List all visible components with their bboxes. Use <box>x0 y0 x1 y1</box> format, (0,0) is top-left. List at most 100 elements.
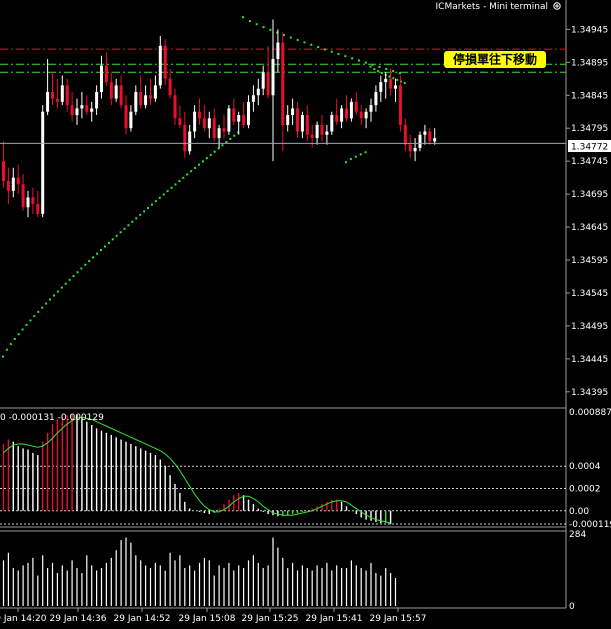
psar-dot <box>80 267 83 270</box>
psar-dot <box>37 310 40 313</box>
psar-dot <box>242 16 245 19</box>
candle-body <box>266 72 270 96</box>
candle-body <box>65 85 69 106</box>
psar-dot <box>398 72 401 75</box>
psar-dot <box>166 190 169 193</box>
psar-dot <box>190 170 193 173</box>
time-label: 29 Jan 15:25 <box>242 614 299 624</box>
psar-dot <box>317 46 320 49</box>
candle-body <box>261 72 265 89</box>
psar-dot <box>186 173 189 176</box>
candle-body <box>330 115 334 132</box>
psar-dot <box>225 141 228 144</box>
candle-body <box>242 115 246 125</box>
candle-body <box>124 105 128 129</box>
time-label: 29 Jan 14:36 <box>50 614 107 624</box>
candle-body <box>183 124 187 152</box>
psar-dot <box>25 323 28 326</box>
psar-dot <box>123 227 126 230</box>
candle-body <box>193 111 197 132</box>
psar-dot <box>344 55 347 58</box>
candle-body <box>227 108 231 132</box>
candle-body <box>198 111 201 119</box>
psar-dot <box>337 52 340 55</box>
candle-body <box>413 147 417 152</box>
candle-body <box>379 82 383 92</box>
psar-dot <box>310 43 313 46</box>
candle-body <box>364 111 368 119</box>
candle-body <box>100 65 103 92</box>
candle-body <box>104 65 108 83</box>
psar-dot <box>359 153 362 156</box>
psar-dot <box>107 241 110 244</box>
candle-body <box>149 95 152 99</box>
candle-body <box>281 42 285 125</box>
candle-body <box>178 118 182 125</box>
psar-dot <box>52 294 55 297</box>
candle-body <box>21 184 25 208</box>
time-label: 29 Jan 14:20 <box>0 614 47 624</box>
candle-body <box>144 95 148 106</box>
psar-dot <box>380 72 383 75</box>
candle-body <box>433 138 437 142</box>
psar-dot <box>364 61 367 64</box>
candle-body <box>394 85 397 89</box>
candle-body <box>51 91 54 99</box>
psar-dot <box>194 166 197 169</box>
candle-body <box>158 45 162 86</box>
psar-dot <box>255 23 258 26</box>
trading-chart[interactable]: ICMarkets - Mini terminal 停損單往下移動 1.3494… <box>0 0 611 629</box>
candle-body <box>340 108 344 122</box>
psar-dot <box>233 134 236 137</box>
psar-dot <box>131 220 134 223</box>
candle-body <box>291 108 295 116</box>
candle-body <box>428 131 432 142</box>
candle-body <box>60 85 64 102</box>
psar-dot <box>205 157 208 160</box>
psar-dot <box>45 302 48 305</box>
price-label: 1.34495 <box>571 322 608 332</box>
psar-dot <box>392 70 395 73</box>
psar-dot <box>330 50 333 53</box>
psar-dot <box>269 28 272 31</box>
psar-dot <box>76 271 79 274</box>
psar-dot <box>13 338 16 341</box>
candle-body <box>109 82 113 99</box>
time-label: 29 Jan 15:57 <box>370 614 427 624</box>
psar-dot <box>5 348 8 351</box>
psar-dot <box>143 210 146 213</box>
candle-body <box>114 85 118 99</box>
psar-dot <box>296 39 299 42</box>
volume-scale-label: 284 <box>569 530 586 540</box>
psar-dot <box>182 176 185 179</box>
candle-body <box>55 98 59 102</box>
candle-body <box>134 91 138 112</box>
price-label: 1.34445 <box>571 355 608 365</box>
candle-body <box>46 91 50 112</box>
candle-body <box>188 131 192 152</box>
psar-dot <box>60 286 63 289</box>
candle-body <box>70 105 74 116</box>
candle-body <box>325 131 329 135</box>
candle-body <box>315 124 319 139</box>
psar-dot <box>9 343 12 346</box>
candle-body <box>335 115 339 122</box>
psar-dot <box>119 231 122 234</box>
candle-body <box>276 42 280 60</box>
candle-body <box>163 45 167 79</box>
psar-dot <box>323 48 326 51</box>
candle-body <box>11 177 15 191</box>
candle-body <box>139 91 143 106</box>
candle-body <box>359 111 363 119</box>
psar-dot <box>201 160 204 163</box>
psar-dot <box>403 82 406 85</box>
candle-body <box>119 85 123 106</box>
psar-dot <box>72 275 75 278</box>
candle-body <box>310 134 314 139</box>
candle-body <box>168 78 172 96</box>
psar-dot <box>198 163 200 166</box>
candle-body <box>296 108 299 132</box>
candle-body <box>207 118 211 129</box>
candle-body <box>31 197 35 204</box>
psar-dot <box>103 245 106 248</box>
